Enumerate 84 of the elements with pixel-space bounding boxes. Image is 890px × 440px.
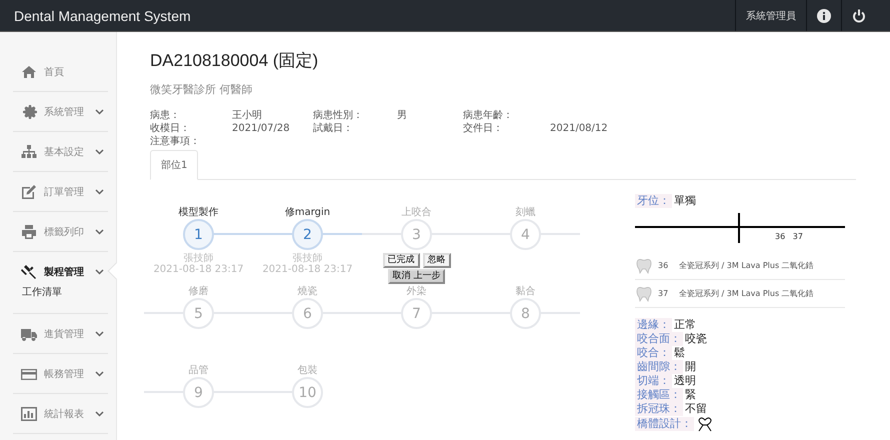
tooth-number: 37 [658, 289, 670, 298]
property-value: 透明 [674, 374, 696, 388]
sidebar-item[interactable]: 標籤列印 [13, 212, 108, 251]
step-label: 包裝 [298, 364, 318, 377]
sidebar-subitem[interactable]: 工作清單 [13, 285, 108, 313]
property-label: 咬合： [635, 346, 672, 360]
property-label: 牙位： [635, 194, 672, 208]
property-label: 切端： [635, 374, 672, 388]
property-value: 緊 [685, 388, 696, 402]
sidebar-item[interactable]: 進貨管理 [13, 314, 108, 353]
sidebar-item[interactable]: 基本設定 [13, 132, 108, 171]
step-circle[interactable]: 1 [183, 219, 214, 250]
field-value: 2021/07/28 [232, 123, 290, 134]
tooth-icon [635, 286, 653, 302]
sitemap-icon [20, 142, 38, 160]
property-value: 單獨 [674, 194, 696, 208]
property-value: 咬瓷 [685, 332, 707, 346]
clinic-name: 微笑牙醫診所 何醫師 [150, 82, 254, 97]
edit-icon [20, 182, 38, 200]
step-circle[interactable]: 10 [292, 377, 323, 408]
property-value: 開 [685, 360, 696, 374]
field-value: 王小明 [232, 110, 262, 121]
step-circle[interactable]: 8 [510, 298, 541, 329]
action-button[interactable]: 忽略 [422, 253, 450, 268]
step-label: 刻蠟 [516, 206, 536, 219]
bar-chart-icon [20, 404, 38, 422]
step-circle[interactable]: 4 [510, 219, 541, 250]
field-value: 2021/08/12 [550, 123, 608, 134]
technician-name: 張技師 [292, 253, 322, 264]
printer-icon [20, 222, 38, 240]
action-button[interactable]: 已完成 [382, 253, 420, 268]
info-icon[interactable] [817, 8, 831, 22]
technician-name: 張技師 [184, 253, 214, 264]
sidebar-item[interactable]: 統計報表 [13, 394, 108, 433]
sidebar-item[interactable]: 系統管理 [13, 92, 108, 131]
property-label: 邊緣： [635, 318, 672, 332]
tooth-number: 36 [658, 261, 670, 270]
step-label: 外染 [406, 285, 426, 298]
step-label: 燒瓷 [298, 285, 318, 298]
timestamp: 2021-08-18 23:17 [153, 264, 244, 275]
action-button[interactable]: 取消 上一步 [388, 269, 446, 284]
step-label: 修margin [284, 206, 330, 219]
step-label: 品管 [188, 364, 208, 377]
pontic-design-icon [696, 416, 714, 432]
step-circle[interactable]: 5 [183, 298, 214, 329]
property-label: 齒間隙： [635, 360, 683, 374]
sidebar-item[interactable]: 首頁 [13, 52, 108, 91]
property-value: 不留 [685, 402, 707, 416]
property-value: 鬆 [674, 346, 685, 360]
tooth-numbers: 36 37 [775, 232, 803, 241]
field-label: 病患年齡： [463, 109, 514, 122]
property-label: 咬合面： [635, 332, 683, 346]
product-name: 全瓷冠系列 / 3M Lava Plus 二氧化鋯 [679, 260, 814, 271]
property-label: 拆冠珠： [635, 402, 683, 416]
step-label: 修磨 [188, 285, 208, 298]
sidebar-item[interactable]: 帳務管理 [13, 354, 108, 393]
property-label: 接觸區： [635, 388, 683, 402]
step-label: 黏合 [516, 285, 536, 298]
step-circle[interactable]: 7 [401, 298, 432, 329]
field-label: 收模日： [150, 122, 191, 135]
step-circle[interactable]: 9 [183, 377, 214, 408]
timestamp: 2021-08-18 23:17 [262, 264, 353, 275]
step-label: 上咬合 [402, 206, 432, 219]
sidebar-item[interactable]: 訂單管理 [13, 172, 108, 211]
step-label: 模型製作 [178, 206, 218, 219]
tooth-icon [635, 258, 653, 274]
step-circle[interactable]: 6 [292, 298, 323, 329]
product-name: 全瓷冠系列 / 3M Lava Plus 二氧化鋯 [679, 288, 814, 299]
gavel-icon [20, 262, 38, 280]
field-label: 病患： [150, 109, 181, 122]
order-title: DA2108180004 (固定) [150, 50, 320, 72]
field-value: 男 [397, 110, 407, 121]
field-label: 試戴日： [313, 122, 354, 135]
property-value: 正常 [674, 318, 696, 332]
power-icon[interactable] [852, 8, 866, 22]
step-circle[interactable]: 2 [292, 219, 323, 250]
tab[interactable]: 部位1 [150, 150, 198, 180]
field-label: 交件日： [463, 122, 504, 135]
step-circle[interactable]: 3 [401, 219, 432, 250]
field-label: 注意事項： [150, 135, 201, 148]
property-label: 橋體設計： [635, 417, 694, 431]
settings-icon [20, 102, 38, 120]
app-title: Dental Management System [13, 8, 191, 24]
field-label: 病患性別： [313, 109, 364, 122]
